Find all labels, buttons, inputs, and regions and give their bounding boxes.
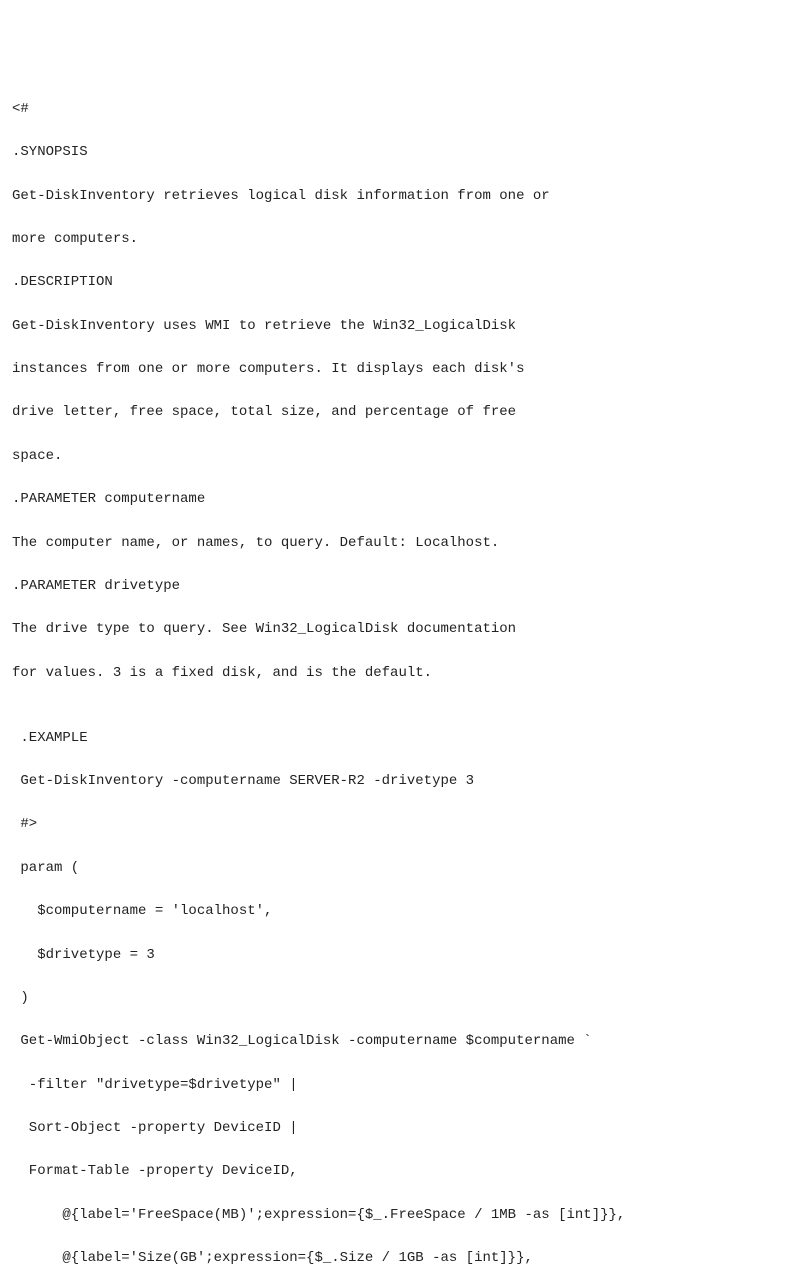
description-header: .DESCRIPTION xyxy=(12,272,792,294)
code-line: @{label='Size(GB';expression={$_.Size / … xyxy=(12,1248,792,1270)
code-line: @{label='FreeSpace(MB)';expression={$_.F… xyxy=(12,1205,792,1227)
code-line: instances from one or more computers. It… xyxy=(12,359,792,381)
code-line: $computername = 'localhost', xyxy=(12,901,792,923)
code-line: Get-DiskInventory uses WMI to retrieve t… xyxy=(12,316,792,338)
code-line: Get-WmiObject -class Win32_LogicalDisk -… xyxy=(12,1031,792,1053)
code-line: Get-DiskInventory -computername SERVER-R… xyxy=(12,771,792,793)
code-line: <# xyxy=(12,99,792,121)
code-line: more computers. xyxy=(12,229,792,251)
code-line: space. xyxy=(12,446,792,468)
code-line: param ( xyxy=(12,858,792,880)
code-line: Format-Table -property DeviceID, xyxy=(12,1161,792,1183)
code-line: ) xyxy=(12,988,792,1010)
code-line: $drivetype = 3 xyxy=(12,945,792,967)
code-line: Sort-Object -property DeviceID | xyxy=(12,1118,792,1140)
code-line: -filter "drivetype=$drivetype" | xyxy=(12,1075,792,1097)
code-line: drive letter, free space, total size, an… xyxy=(12,402,792,424)
code-line: for values. 3 is a fixed disk, and is th… xyxy=(12,663,792,685)
code-line: The computer name, or names, to query. D… xyxy=(12,533,792,555)
code-line: The drive type to query. See Win32_Logic… xyxy=(12,619,792,641)
parameter-header: .PARAMETER computername xyxy=(12,489,792,511)
code-line: #> xyxy=(12,814,792,836)
parameter-header: .PARAMETER drivetype xyxy=(12,576,792,598)
synopsis-header: .SYNOPSIS xyxy=(12,142,792,164)
example-header: .EXAMPLE xyxy=(12,728,792,750)
code-line: Get-DiskInventory retrieves logical disk… xyxy=(12,186,792,208)
